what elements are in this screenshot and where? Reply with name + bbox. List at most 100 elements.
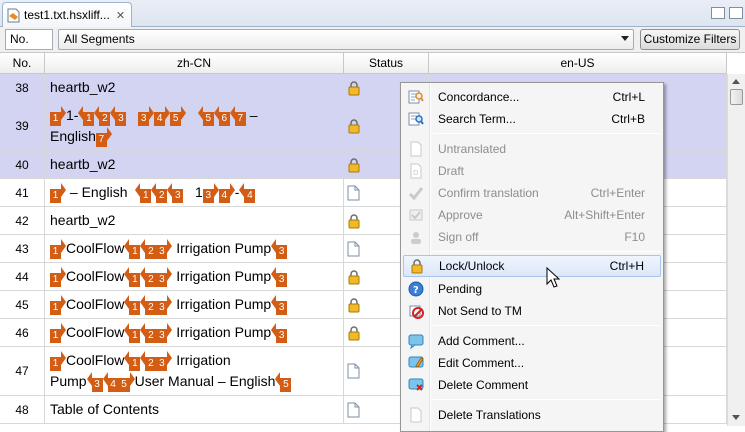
segment-text: heartb_w2 (50, 79, 116, 95)
segment-text: CoolFlow (66, 240, 125, 256)
menu-item-draft[interactable]: D Draft (403, 160, 661, 182)
menu-item-lock-unlock[interactable]: Lock/Unlock Ctrl+H (403, 255, 661, 277)
minimize-icon[interactable] (711, 7, 725, 19)
segment-text: English (50, 128, 96, 144)
segment-text: Table of Contents (50, 401, 159, 417)
menu-item-not-send-to-tm[interactable]: Not Send to TM (403, 300, 661, 322)
segment-filter-select[interactable]: All Segments (58, 29, 634, 50)
source-cell[interactable]: 1 CoolFlow 1 2 3 Irrigation Pump 3 (45, 263, 344, 290)
source-cell[interactable]: Table of Contents (45, 396, 344, 423)
source-cell[interactable]: heartb_w2 (45, 74, 344, 101)
source-cell[interactable]: 1 CoolFlow 1 2 3 Irrigation Pump 3 (45, 291, 344, 318)
menu-item-delete-translations[interactable]: Delete Translations (403, 404, 661, 426)
tag-marker: 2 (140, 351, 157, 371)
tag-marker: 1 (50, 295, 66, 315)
tag-marker: 2 (140, 323, 157, 343)
menu-separator (433, 133, 661, 134)
editor-tab[interactable]: test1.txt.hsxliff... ✕ (2, 2, 132, 27)
column-header-target[interactable]: en-US (429, 53, 727, 74)
menu-separator (433, 325, 661, 326)
row-number: 44 (0, 263, 45, 290)
segment-text: Irrigation Pump (176, 268, 272, 284)
menu-separator (433, 399, 661, 400)
menu-item-delete-comment[interactable]: Delete Comment (403, 374, 661, 396)
tag-marker: 4 (218, 183, 235, 203)
approve-icon (408, 207, 424, 223)
segment-text: Irrigation (176, 352, 231, 368)
scroll-up-icon[interactable] (732, 79, 740, 84)
menu-item-add-comment[interactable]: Add Comment... (403, 330, 661, 352)
column-header-source[interactable]: zh-CN (45, 53, 344, 74)
column-header-status[interactable]: Status (344, 53, 429, 74)
source-cell[interactable]: 1 CoolFlow 1 2 3 Irrigation Pump 3 (45, 235, 344, 262)
vertical-scrollbar[interactable] (727, 74, 745, 426)
menu-separator (433, 251, 661, 252)
row-number: 39 (0, 102, 45, 150)
document-icon (347, 241, 360, 260)
segment-text: 1- (66, 107, 79, 123)
row-number: 46 (0, 319, 45, 346)
tag-marker: 1 (124, 351, 141, 371)
tag-marker: 4 (103, 372, 119, 392)
segment-text: CoolFlow (66, 268, 125, 284)
segment-number-input[interactable]: No. (5, 29, 53, 50)
menu-item-confirm-translation[interactable]: Confirm translation Ctrl+Enter (403, 182, 661, 204)
menu-item-sign-off[interactable]: Sign off F10 (403, 226, 661, 248)
draft-icon: D (408, 163, 424, 179)
column-header-no[interactable]: No. (0, 53, 45, 74)
lock-icon (347, 157, 361, 176)
svg-text:D: D (413, 169, 418, 177)
tag-marker: 3 (156, 323, 172, 343)
tag-marker: 7 (95, 127, 112, 147)
not-send-icon (408, 303, 424, 319)
maximize-icon[interactable] (729, 7, 743, 19)
close-icon[interactable]: ✕ (116, 9, 125, 22)
tag-marker: 2 (94, 106, 111, 126)
menu-item-untranslated[interactable]: Untranslated (403, 138, 661, 160)
editor-tab-bar: test1.txt.hsxliff... ✕ (0, 0, 745, 27)
tag-marker: 3 (87, 372, 103, 392)
pending-icon: ? (408, 281, 424, 297)
row-number: 41 (0, 179, 45, 206)
segment-text: heartb_w2 (50, 156, 116, 172)
filter-bar: No. All Segments Customize Filters (0, 27, 745, 53)
lock-icon (347, 118, 361, 137)
tag-marker: 2 (140, 295, 157, 315)
tag-marker: 1 (50, 267, 66, 287)
tag-marker: 3 (202, 183, 219, 203)
confirm-icon (408, 185, 424, 201)
customize-filters-button[interactable]: Customize Filters (640, 29, 740, 50)
source-cell[interactable]: 1 1- 1 2 3 345 567 – English 7 (45, 102, 344, 150)
scroll-down-icon[interactable] (732, 415, 740, 420)
grid-header: No. zh-CN Status en-US (0, 53, 727, 74)
tab-title: test1.txt.hsxliff... (24, 8, 110, 22)
segment-text: 1 (194, 184, 203, 200)
tag-marker: 3 (271, 239, 288, 259)
row-number: 43 (0, 235, 45, 262)
source-cell[interactable]: heartb_w2 (45, 151, 344, 178)
source-cell[interactable]: 1 – English 123 134-4 (45, 179, 344, 206)
source-cell[interactable]: 1 CoolFlow 1 2 3 Irrigation Pump 3 4 5 User Manu… (45, 347, 344, 395)
row-number: 40 (0, 151, 45, 178)
menu-item-search-term[interactable]: Search Term... Ctrl+B (403, 108, 661, 130)
tag-marker: 4 (239, 183, 256, 203)
segment-text: User Manual – English (134, 373, 276, 389)
source-cell[interactable]: heartb_w2 (45, 207, 344, 234)
tag-marker: 4 (154, 106, 170, 126)
tag-marker: 3 (110, 106, 127, 126)
menu-item-concordance[interactable]: Concordance... Ctrl+L (403, 86, 661, 108)
segment-text: Irrigation Pump (176, 296, 272, 312)
scroll-thumb[interactable] (730, 89, 743, 105)
segment-text: CoolFlow (66, 352, 125, 368)
tag-marker: 5 (118, 372, 135, 392)
tag-marker: 3 (156, 351, 172, 371)
menu-item-edit-comment[interactable]: Edit Comment... (403, 352, 661, 374)
context-menu: Concordance... Ctrl+L Search Term... Ctrl+… (400, 82, 664, 432)
menu-item-pending[interactable]: ? Pending (403, 278, 661, 300)
tag-marker: 1 (135, 183, 152, 203)
tag-marker: 3 (271, 267, 288, 287)
tag-marker: 3 (156, 267, 172, 287)
source-cell[interactable]: 1 CoolFlow 1 2 3 Irrigation Pump 3 (45, 319, 344, 346)
search-term-icon (408, 111, 424, 127)
menu-item-approve[interactable]: Approve Alt+Shift+Enter (403, 204, 661, 226)
